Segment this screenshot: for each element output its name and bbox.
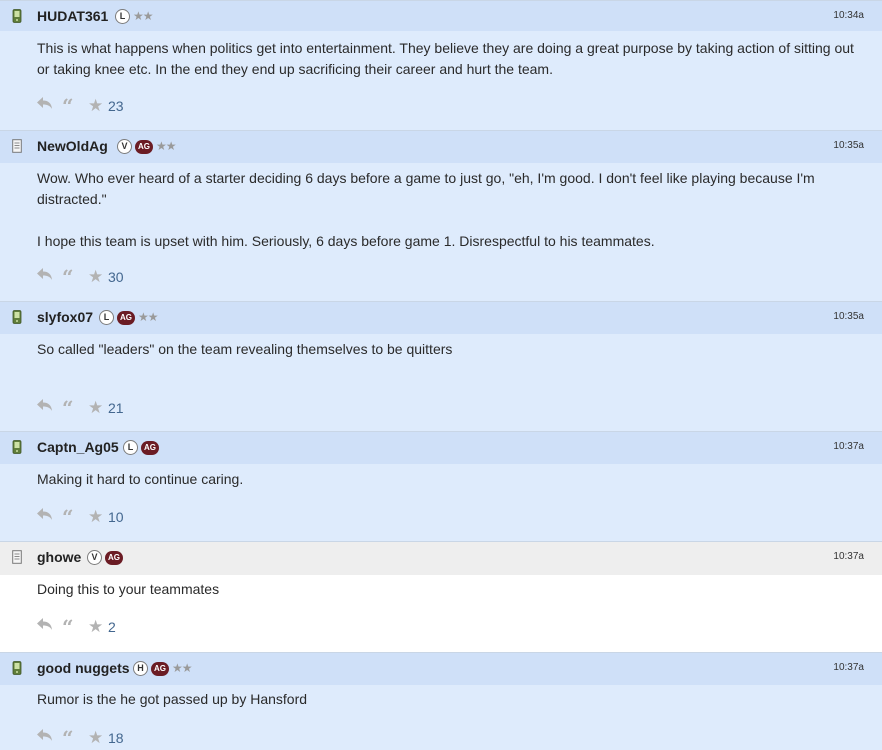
phone-icon	[12, 661, 22, 675]
username[interactable]: ghowe	[37, 549, 81, 565]
username[interactable]: HUDAT361	[37, 8, 108, 24]
comment-thread: HUDAT361 L ★★ 10:34a This is what happens…	[0, 0, 882, 750]
star-count[interactable]: 2	[108, 617, 116, 637]
user-badges: L AG ★★	[99, 309, 158, 326]
user-badges: V AG	[87, 549, 123, 566]
star-rating-icon: ★★	[133, 9, 153, 23]
star-count[interactable]: 21	[108, 398, 124, 418]
post: NewOldAg V AG ★★ 10:35a Wow. Who ever hear…	[0, 130, 882, 301]
post-timestamp[interactable]: 10:37a	[833, 441, 864, 452]
post-actions: “ ★ 23	[36, 93, 124, 119]
user-badge: V	[87, 550, 102, 565]
username[interactable]: Captn_Ag05	[37, 439, 119, 455]
post-paragraph: Making it hard to continue caring.	[37, 471, 244, 487]
reply-arrow-icon[interactable]	[36, 617, 56, 637]
post-header: slyfox07 L AG ★★ 10:35a	[0, 302, 882, 334]
post-actions: “ ★ 30	[36, 264, 124, 290]
user-badges: V AG ★★	[117, 138, 176, 155]
post-body: Doing this to your teammates	[37, 579, 862, 600]
user-badge: L	[123, 440, 138, 455]
post-timestamp[interactable]: 10:37a	[833, 551, 864, 562]
post-paragraph: Rumor is the he got passed up by Hansfor…	[37, 691, 308, 707]
post-actions: “ ★ 18	[36, 725, 124, 750]
quote-icon[interactable]: “	[62, 504, 84, 530]
quote-icon[interactable]: “	[62, 93, 84, 119]
post-paragraph: So called "leaders" on the team revealin…	[37, 341, 453, 357]
ag-badge: AG	[141, 440, 159, 455]
username[interactable]: slyfox07	[37, 309, 93, 325]
post-body: Rumor is the he got passed up by Hansfor…	[37, 689, 862, 710]
quote-icon[interactable]: “	[62, 264, 84, 290]
post-timestamp[interactable]: 10:35a	[833, 140, 864, 151]
star-icon[interactable]: ★	[88, 617, 106, 637]
post: HUDAT361 L ★★ 10:34a This is what happens…	[0, 0, 882, 130]
phone-icon	[12, 9, 22, 23]
star-rating-icon: ★★	[156, 139, 176, 153]
user-badge: L	[99, 310, 114, 325]
post-timestamp[interactable]: 10:37a	[833, 662, 864, 673]
post-body: Making it hard to continue caring.	[37, 469, 862, 490]
phone-icon	[12, 310, 22, 324]
star-icon[interactable]: ★	[88, 398, 106, 418]
post: slyfox07 L AG ★★ 10:35a So called "leaders…	[0, 301, 882, 431]
reply-arrow-icon[interactable]	[36, 96, 56, 116]
username[interactable]: NewOldAg	[37, 138, 108, 154]
post-paragraph: Wow. Who ever heard of a starter decidin…	[37, 170, 815, 207]
post: ghowe V AG 10:37a Doing this to your team…	[0, 541, 882, 652]
ag-badge: AG	[105, 550, 123, 565]
post-header: Captn_Ag05 L AG 10:37a	[0, 432, 882, 464]
reply-arrow-icon[interactable]	[36, 507, 56, 527]
star-count[interactable]: 30	[108, 267, 124, 287]
quote-icon[interactable]: “	[62, 614, 84, 640]
phone-icon	[12, 440, 22, 454]
username[interactable]: good nuggets	[37, 660, 130, 676]
star-icon[interactable]: ★	[88, 507, 106, 527]
document-icon	[12, 550, 22, 564]
post-actions: “ ★ 2	[36, 614, 116, 640]
star-icon[interactable]: ★	[88, 728, 106, 748]
star-icon[interactable]: ★	[88, 267, 106, 287]
user-badge: L	[115, 9, 130, 24]
post-paragraph: I hope this team is upset with him. Seri…	[37, 233, 655, 249]
post-body: This is what happens when politics get i…	[37, 38, 862, 80]
post-header: good nuggets H AG ★★ 10:37a	[0, 653, 882, 685]
star-rating-icon: ★★	[172, 661, 192, 675]
post-paragraph: Doing this to your teammates	[37, 581, 220, 597]
reply-arrow-icon[interactable]	[36, 728, 56, 748]
user-badges: L AG	[123, 439, 159, 456]
star-count[interactable]: 18	[108, 728, 124, 748]
post-body: Wow. Who ever heard of a starter decidin…	[37, 168, 862, 252]
star-count[interactable]: 23	[108, 96, 124, 116]
user-badge: H	[133, 661, 148, 676]
ag-badge: AG	[151, 661, 169, 676]
reply-arrow-icon[interactable]	[36, 267, 56, 287]
user-badges: H AG ★★	[133, 660, 192, 677]
quote-icon[interactable]: “	[62, 395, 84, 421]
post-timestamp[interactable]: 10:35a	[833, 311, 864, 322]
star-icon[interactable]: ★	[88, 96, 106, 116]
post-body: So called "leaders" on the team revealin…	[37, 339, 862, 360]
post-header: NewOldAg V AG ★★ 10:35a	[0, 131, 882, 163]
post: good nuggets H AG ★★ 10:37a Rumor is the h…	[0, 652, 882, 750]
post-actions: “ ★ 10	[36, 504, 124, 530]
quote-icon[interactable]: “	[62, 725, 84, 750]
document-icon	[12, 139, 22, 153]
post-actions: “ ★ 21	[36, 395, 124, 421]
post-paragraph: This is what happens when politics get i…	[37, 40, 854, 77]
star-rating-icon: ★★	[138, 310, 158, 324]
ag-badge: AG	[117, 310, 135, 325]
star-count[interactable]: 10	[108, 507, 124, 527]
post-header: ghowe V AG 10:37a	[0, 542, 882, 575]
user-badges: L ★★	[115, 8, 153, 25]
post: Captn_Ag05 L AG 10:37a Making it hard to …	[0, 431, 882, 541]
post-header: HUDAT361 L ★★ 10:34a	[0, 1, 882, 31]
user-badge: V	[117, 139, 132, 154]
ag-badge: AG	[135, 139, 153, 154]
reply-arrow-icon[interactable]	[36, 398, 56, 418]
post-timestamp[interactable]: 10:34a	[833, 10, 864, 21]
